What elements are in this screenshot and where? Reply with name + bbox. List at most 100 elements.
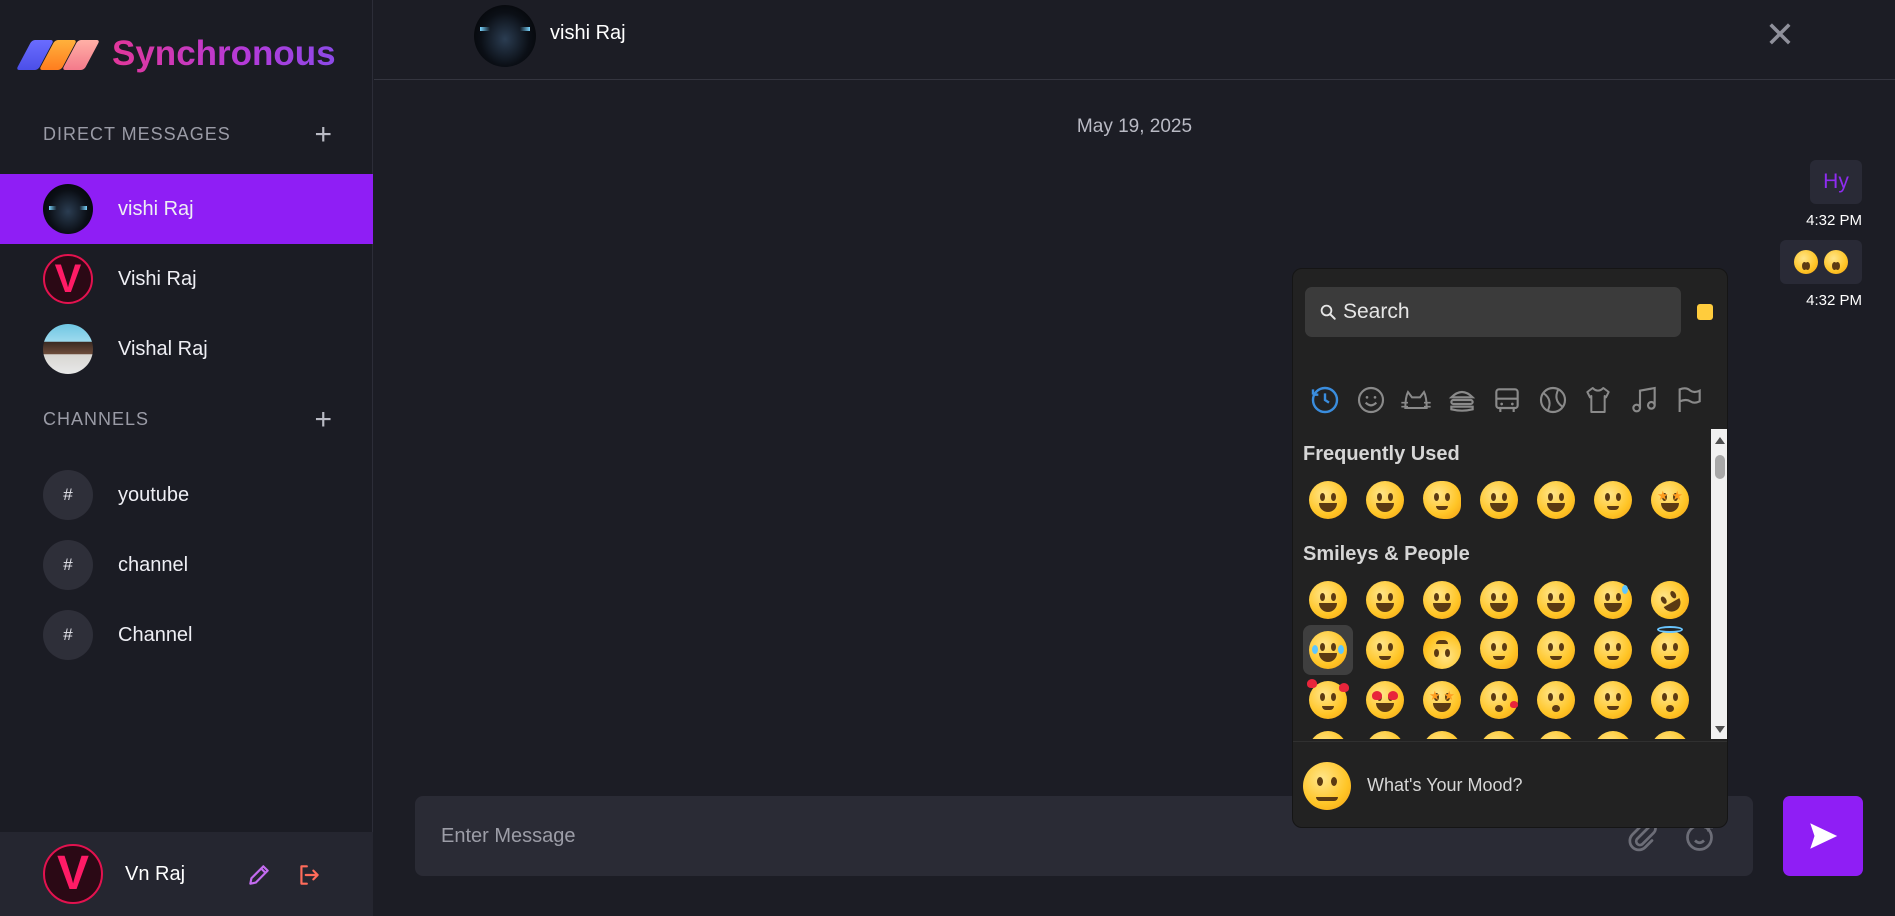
halo-face-icon[interactable] — [1645, 625, 1695, 675]
smiling-eyes-icon[interactable] — [1588, 625, 1638, 675]
emoji-partial[interactable] — [1417, 725, 1467, 739]
emoji-row — [1303, 625, 1703, 675]
close-chat-button[interactable]: ✕ — [1765, 14, 1795, 56]
search-icon — [1320, 304, 1336, 320]
food-icon[interactable] — [1446, 384, 1478, 416]
app-title: Synchronous — [112, 34, 336, 73]
dm-item-vishal-raj[interactable]: Vishal Raj — [0, 314, 373, 384]
channel-item-youtube[interactable]: # youtube — [0, 460, 373, 530]
logout-icon[interactable] — [296, 862, 322, 888]
squinting-tongue-face-icon — [1824, 250, 1848, 274]
dm-item-label: Vishal Raj — [118, 337, 208, 360]
channel-item-label: youtube — [118, 483, 190, 506]
star-struck-icon[interactable]: ★ ★ — [1645, 475, 1695, 525]
dm-item-label: vishi Raj — [118, 197, 194, 220]
dm-item-vishi-raj[interactable]: vishi Raj — [0, 174, 373, 244]
rolling-laughing-icon[interactable] — [1644, 574, 1696, 626]
date-divider: May 19, 2025 — [1076, 116, 1193, 137]
grinning-big-eyes-icon[interactable] — [1360, 575, 1410, 625]
objects-icon[interactable] — [1582, 384, 1614, 416]
winking-face-icon[interactable] — [1531, 625, 1581, 675]
grinning-big-eyes-icon[interactable] — [1474, 475, 1524, 525]
skin-tone-selector[interactable] — [1697, 304, 1713, 320]
edit-profile-icon[interactable] — [246, 862, 272, 888]
emoji-partial[interactable] — [1474, 725, 1524, 739]
smiling-face-icon — [1303, 761, 1351, 810]
message-time: 4:32 PM — [1806, 212, 1862, 229]
grinning-face-icon[interactable] — [1303, 575, 1353, 625]
kissing-heart-icon[interactable] — [1474, 675, 1524, 725]
avatar: V — [43, 254, 93, 304]
travel-icon[interactable] — [1491, 384, 1523, 416]
dm-item-vishi-raj-2[interactable]: V Vishi Raj — [0, 244, 373, 314]
app-logo: Synchronous — [16, 30, 336, 78]
kissing-face-icon[interactable] — [1531, 675, 1581, 725]
channel-item-channel[interactable]: # channel — [0, 530, 373, 600]
melting-face-icon[interactable] — [1417, 475, 1467, 525]
preview-text: What's Your Mood? — [1367, 775, 1523, 795]
channel-item-label: Channel — [118, 623, 193, 646]
slightly-smiling-icon[interactable] — [1360, 625, 1410, 675]
beaming-face-icon[interactable] — [1474, 575, 1524, 625]
dm-heading: DIRECT MESSAGES — [43, 124, 231, 144]
add-dm-button[interactable]: + — [314, 119, 333, 149]
hash-icon: # — [43, 610, 93, 660]
kissing-closed-eyes-icon[interactable] — [1645, 675, 1695, 725]
hash-icon: # — [43, 540, 93, 590]
emoji-partial[interactable] — [1645, 725, 1695, 739]
upside-down-face-icon[interactable] — [1588, 475, 1638, 525]
squinting-face-icon[interactable] — [1531, 575, 1581, 625]
profile-name: Vn Raj — [125, 862, 186, 885]
logo-mark-icon — [16, 37, 100, 71]
grinning-smiling-eyes-icon[interactable] — [1417, 575, 1467, 625]
smiling-hearts-icon[interactable] — [1303, 675, 1353, 725]
emoji-row — [1303, 725, 1703, 739]
emoji-row — [1303, 574, 1703, 626]
channel-item-channel-2[interactable]: # Channel — [0, 600, 373, 670]
avatar[interactable]: V — [43, 844, 103, 904]
channels-heading: CHANNELS — [43, 409, 150, 429]
recent-icon[interactable] — [1309, 384, 1341, 416]
melting-face-icon[interactable] — [1474, 625, 1524, 675]
scroll-down-icon[interactable] — [1715, 726, 1725, 733]
emoji-partial[interactable] — [1360, 725, 1410, 739]
emoji-partial[interactable] — [1303, 725, 1353, 739]
dm-item-label: Vishi Raj — [118, 267, 197, 290]
avatar — [474, 5, 536, 67]
smiling-face-icon[interactable] — [1588, 675, 1638, 725]
activity-icon[interactable] — [1537, 384, 1569, 416]
grinning-face-icon[interactable] — [1303, 475, 1353, 525]
channel-item-label: channel — [118, 553, 189, 576]
send-button[interactable] — [1783, 796, 1863, 876]
heart-eyes-icon[interactable] — [1360, 675, 1410, 725]
message-bubble-emoji — [1780, 240, 1862, 284]
squinting-face-icon[interactable] — [1360, 475, 1410, 525]
emoji-category-bar — [1301, 375, 1713, 425]
emoji-search-input[interactable] — [1343, 300, 1663, 324]
smiley-icon[interactable] — [1355, 384, 1387, 416]
symbols-icon[interactable] — [1628, 384, 1660, 416]
scrollbar-thumb[interactable] — [1715, 455, 1725, 479]
section-title-smileys: Smileys & People — [1303, 543, 1470, 565]
chat-header: vishi Raj ✕ — [374, 0, 1895, 80]
emoji-partial[interactable] — [1531, 725, 1581, 739]
emoji-row: ★ ★ — [1303, 475, 1703, 525]
section-title-frequent: Frequently Used — [1303, 443, 1460, 465]
chat-contact-name: vishi Raj — [550, 22, 626, 44]
animal-icon[interactable] — [1400, 384, 1432, 416]
upside-down-face-icon[interactable] — [1417, 625, 1467, 675]
scroll-up-icon[interactable] — [1715, 437, 1725, 444]
beaming-face-icon[interactable] — [1531, 475, 1581, 525]
emoji-list: Frequently Used ★ ★ Smileys & People ★ ★ — [1293, 429, 1711, 739]
emoji-partial[interactable] — [1588, 725, 1638, 739]
sweat-smile-icon[interactable] — [1588, 575, 1638, 625]
emoji-scrollbar[interactable] — [1711, 429, 1727, 739]
message-time: 4:32 PM — [1806, 292, 1862, 309]
channels-section-header: CHANNELS + — [43, 404, 333, 434]
emoji-search-box — [1305, 287, 1681, 337]
flags-icon[interactable] — [1673, 384, 1705, 416]
star-struck-icon[interactable]: ★ ★ — [1417, 675, 1467, 725]
add-channel-button[interactable]: + — [314, 404, 333, 434]
tears-of-joy-icon[interactable] — [1303, 625, 1353, 675]
hash-icon: # — [43, 470, 93, 520]
